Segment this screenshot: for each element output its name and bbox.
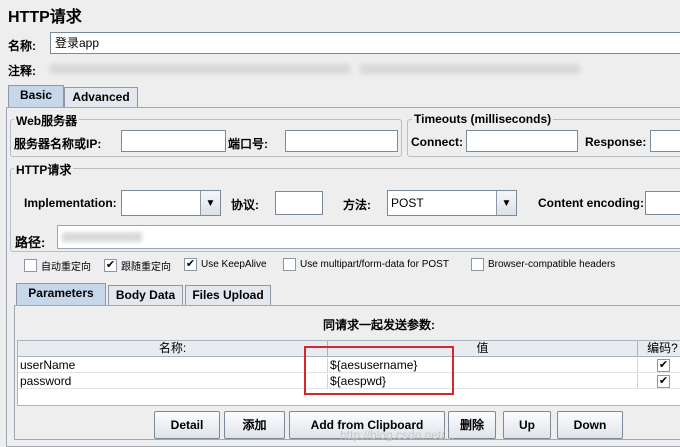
follow-redirect-label: 跟随重定向	[121, 262, 171, 273]
param-encode-cell[interactable]: ✔	[638, 374, 680, 389]
chevron-down-icon[interactable]: ▼	[496, 191, 516, 215]
http-request-legend: HTTP请求	[14, 161, 74, 178]
method-label: 方法:	[343, 198, 371, 212]
option-browser-headers[interactable]: Browser-compatible headers	[471, 258, 615, 271]
option-auto-redirect[interactable]: 自动重定向	[24, 258, 91, 273]
tab-body-data[interactable]: Body Data	[108, 285, 183, 306]
comment-redacted-2	[360, 64, 580, 74]
encoding-input[interactable]	[645, 191, 680, 215]
keepalive-checkbox[interactable]: ✔	[184, 258, 197, 271]
tab-advanced[interactable]: Advanced	[64, 87, 138, 108]
browser-headers-checkbox[interactable]	[471, 258, 484, 271]
tab-files-upload[interactable]: Files Upload	[185, 285, 271, 306]
response-label: Response:	[585, 135, 647, 149]
param-name-cell[interactable]: userName	[18, 358, 328, 373]
path-label: 路径:	[15, 235, 46, 250]
detail-button[interactable]: Detail	[154, 411, 220, 439]
response-input[interactable]	[650, 130, 680, 152]
option-keepalive[interactable]: ✔ Use KeepAlive	[184, 258, 267, 271]
down-button[interactable]: Down	[557, 411, 623, 439]
up-button[interactable]: Up	[503, 411, 551, 439]
timeouts-legend: Timeouts (milliseconds)	[412, 112, 554, 126]
path-redacted	[62, 232, 142, 242]
encode-checkbox[interactable]: ✔	[657, 375, 670, 389]
port-label: 端口号:	[228, 137, 268, 151]
column-header-encode[interactable]: 编码?	[638, 341, 680, 357]
comment-redacted	[50, 64, 350, 74]
name-input[interactable]: 登录app	[50, 32, 680, 54]
tab-basic[interactable]: Basic	[8, 85, 64, 108]
protocol-label: 协议:	[231, 198, 259, 212]
param-name-cell[interactable]: password	[18, 374, 328, 389]
web-server-legend: Web服务器	[14, 112, 80, 129]
method-select[interactable]: POST ▼	[387, 190, 517, 216]
method-value: POST	[391, 196, 424, 210]
auto-redirect-label: 自动重定向	[41, 262, 91, 273]
connect-input[interactable]	[466, 130, 578, 152]
option-multipart[interactable]: Use multipart/form-data for POST	[283, 258, 449, 271]
option-follow-redirect[interactable]: ✔ 跟随重定向	[104, 258, 171, 273]
name-label: 名称:	[8, 39, 36, 53]
params-heading: 同请求一起发送参数:	[323, 318, 435, 332]
multipart-checkbox[interactable]	[283, 258, 296, 271]
column-header-name[interactable]: 名称:	[18, 341, 328, 357]
implementation-select[interactable]: ▼	[121, 190, 221, 216]
param-encode-cell[interactable]: ✔	[638, 358, 680, 373]
implementation-label: Implementation:	[24, 196, 117, 210]
multipart-label: Use multipart/form-data for POST	[300, 259, 449, 270]
port-input[interactable]	[285, 130, 398, 152]
server-input[interactable]	[121, 130, 226, 152]
keepalive-label: Use KeepAlive	[201, 259, 267, 270]
add-button[interactable]: 添加	[224, 411, 285, 439]
browser-headers-label: Browser-compatible headers	[488, 259, 616, 270]
auto-redirect-checkbox[interactable]	[24, 259, 37, 272]
comment-label: 注释:	[8, 64, 36, 78]
follow-redirect-checkbox[interactable]: ✔	[104, 259, 117, 272]
path-input[interactable]	[57, 225, 680, 249]
tab-parameters[interactable]: Parameters	[16, 283, 106, 306]
server-label: 服务器名称或IP:	[14, 137, 102, 151]
page-title: HTTP请求	[8, 9, 82, 26]
protocol-input[interactable]	[275, 191, 323, 215]
encoding-label: Content encoding:	[538, 196, 644, 210]
connect-label: Connect:	[411, 135, 463, 149]
delete-button[interactable]: 删除	[448, 411, 496, 439]
encode-checkbox[interactable]: ✔	[657, 359, 670, 373]
chevron-down-icon[interactable]: ▼	[200, 191, 220, 215]
highlight-box	[304, 346, 454, 395]
